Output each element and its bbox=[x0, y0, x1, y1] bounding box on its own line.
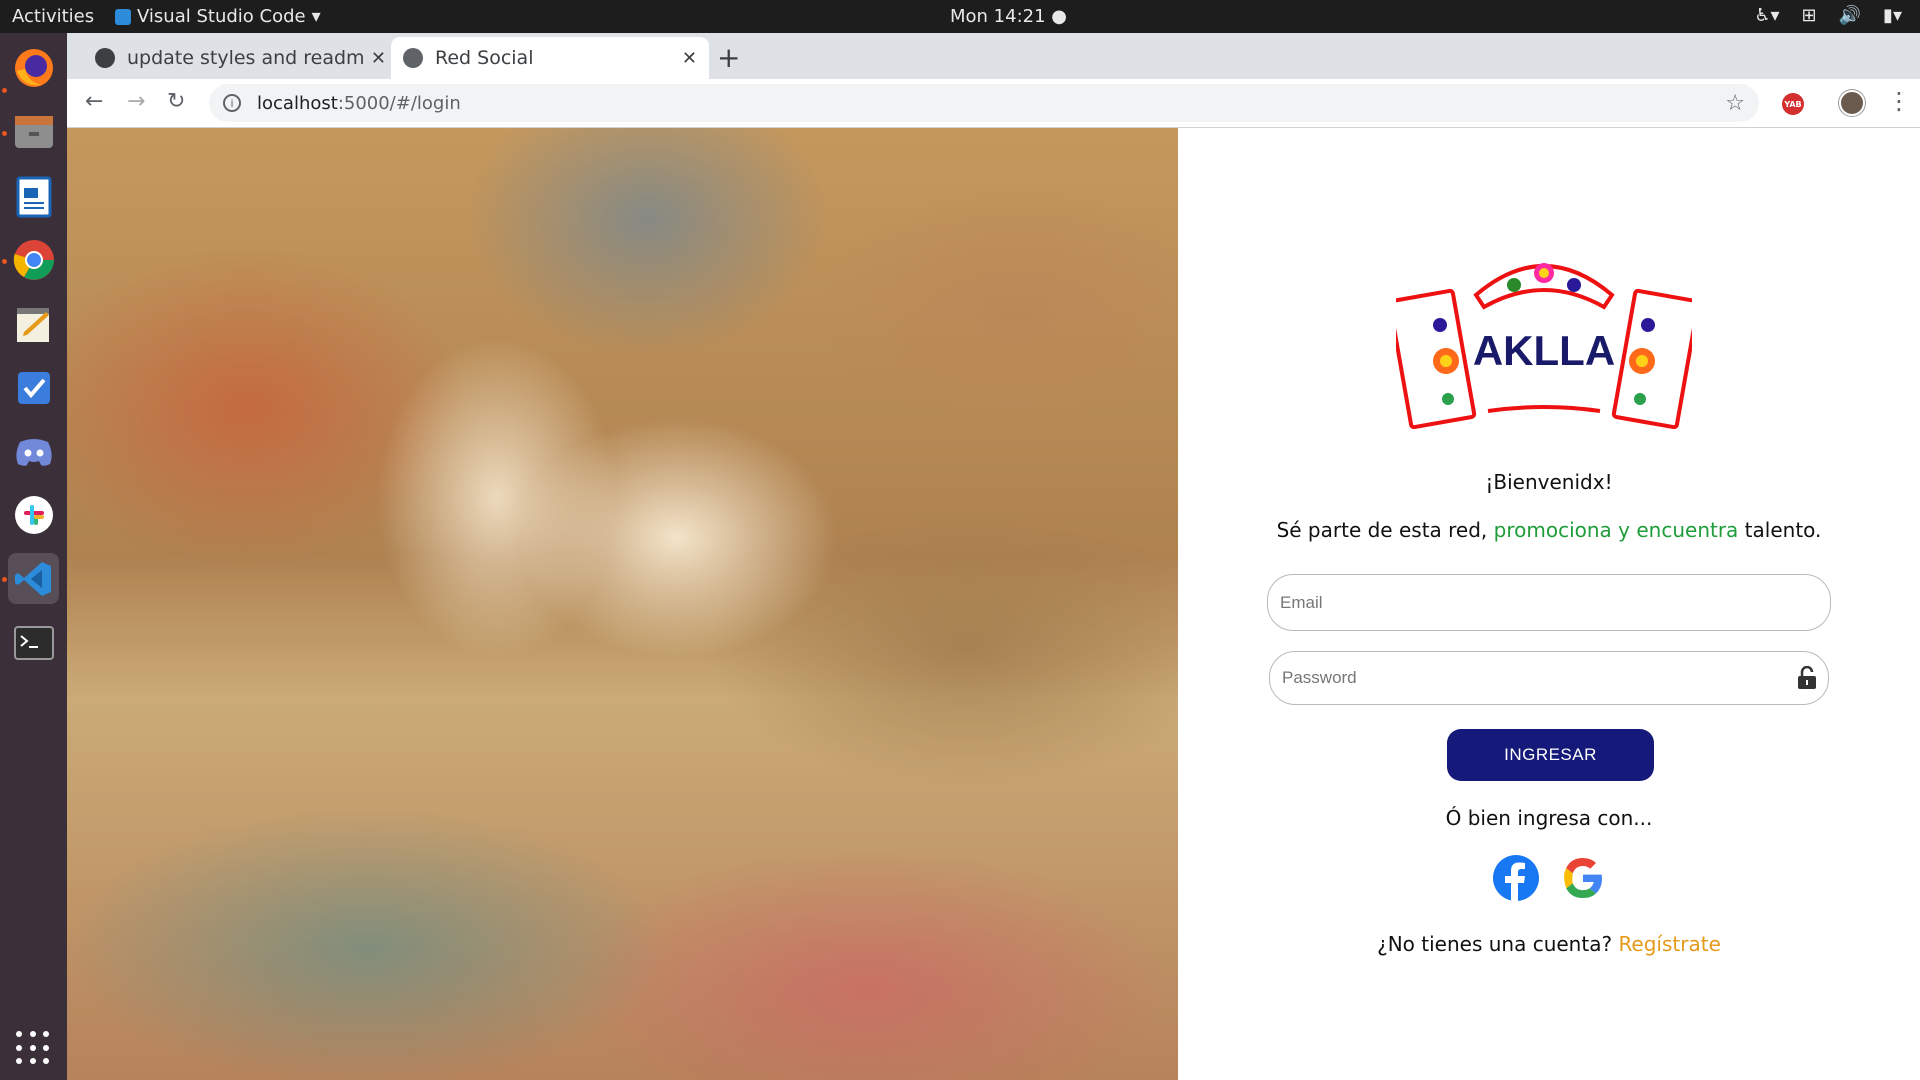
tagline: Sé parte de esta red, promociona y encue… bbox=[1178, 518, 1920, 542]
url-path: :5000/#/login bbox=[337, 92, 461, 114]
running-indicator bbox=[2, 577, 7, 582]
vscode-icon bbox=[115, 8, 131, 25]
tagline-start: Sé parte de esta red, bbox=[1276, 518, 1494, 542]
tagline-end: talento. bbox=[1738, 518, 1822, 542]
kebab-menu-icon[interactable]: ⋮ bbox=[1887, 87, 1911, 115]
accessibility-icon[interactable]: ♿▾ bbox=[1754, 5, 1779, 26]
tab-title: Red Social bbox=[435, 47, 534, 69]
dock bbox=[0, 33, 67, 1080]
chevron-down-icon: ▾ bbox=[311, 6, 321, 27]
browser-toolbar: ← → ↻ i localhost:5000/#/login ☆ YAB ⋮ bbox=[67, 79, 1920, 128]
globe-icon bbox=[403, 48, 423, 68]
email-field-wrapper bbox=[1267, 574, 1831, 631]
signup-prompt-text: ¿No tienes una cuenta? bbox=[1377, 932, 1619, 956]
page-content: AKLLA ¡Bienvenidx! Sé parte de esta red,… bbox=[67, 128, 1920, 1080]
password-field[interactable] bbox=[1282, 668, 1772, 688]
reload-icon[interactable]: ↻ bbox=[167, 89, 185, 114]
info-icon[interactable]: i bbox=[223, 94, 241, 112]
text-editor-icon[interactable] bbox=[8, 298, 59, 349]
slack-icon[interactable] bbox=[8, 489, 59, 540]
network-icon[interactable]: ⊞ bbox=[1802, 5, 1817, 26]
tasks-icon[interactable] bbox=[8, 362, 59, 413]
app-menu[interactable]: Visual Studio Code ▾ bbox=[115, 6, 321, 27]
tab-github[interactable]: update styles and readme ✕ bbox=[83, 37, 398, 79]
clock-text: Mon 14:21 bbox=[950, 6, 1046, 27]
files-icon[interactable] bbox=[8, 106, 59, 157]
login-button[interactable]: INGRESAR bbox=[1447, 729, 1654, 781]
show-applications-button[interactable] bbox=[16, 1031, 50, 1065]
facebook-icon[interactable] bbox=[1493, 855, 1539, 901]
app-menu-label: Visual Studio Code bbox=[137, 6, 306, 27]
address-bar[interactable]: i localhost:5000/#/login ☆ bbox=[209, 84, 1759, 122]
unlock-icon[interactable] bbox=[1796, 666, 1818, 690]
tab-strip: update styles and readme ✕ Red Social ✕ … bbox=[67, 33, 1920, 79]
login-panel: AKLLA ¡Bienvenidx! Sé parte de esta red,… bbox=[1178, 128, 1920, 1080]
close-icon[interactable]: ✕ bbox=[682, 48, 697, 69]
firefox-icon[interactable] bbox=[8, 42, 59, 93]
tagline-highlight: promociona y encuentra bbox=[1493, 518, 1739, 542]
forward-arrow-icon[interactable]: → bbox=[127, 89, 145, 114]
hero-image bbox=[67, 128, 1178, 1080]
signup-link[interactable]: Regístrate bbox=[1618, 932, 1720, 956]
extension-label: YAB bbox=[1784, 99, 1802, 109]
volume-icon[interactable]: 🔊 bbox=[1839, 5, 1861, 26]
signup-prompt: ¿No tienes una cuenta? Regístrate bbox=[1178, 932, 1920, 956]
google-icon[interactable] bbox=[1560, 855, 1606, 901]
running-indicator bbox=[2, 259, 7, 264]
profile-avatar[interactable] bbox=[1839, 90, 1865, 116]
terminal-icon[interactable] bbox=[8, 617, 59, 668]
battery-icon[interactable]: ▮▾ bbox=[1883, 5, 1902, 26]
email-field[interactable] bbox=[1280, 592, 1770, 613]
system-top-bar: Activities Visual Studio Code ▾ Mon 14:2… bbox=[0, 0, 1920, 33]
welcome-heading: ¡Bienvenidx! bbox=[1485, 470, 1613, 494]
chrome-icon[interactable] bbox=[8, 234, 59, 285]
alt-login-text: Ó bien ingresa con... bbox=[1445, 806, 1653, 830]
yab-extension-icon[interactable]: YAB bbox=[1782, 93, 1804, 115]
vscode-icon[interactable] bbox=[8, 553, 59, 604]
discord-icon[interactable] bbox=[8, 426, 59, 477]
running-indicator bbox=[2, 88, 7, 93]
activities-button[interactable]: Activities bbox=[12, 6, 94, 27]
browser-window: update styles and readme ✕ Red Social ✕ … bbox=[67, 33, 1920, 128]
tab-title: update styles and readme bbox=[127, 47, 365, 69]
clock[interactable]: Mon 14:21 ● bbox=[950, 6, 1067, 27]
writer-icon[interactable] bbox=[8, 171, 59, 222]
url-host: localhost bbox=[257, 92, 338, 114]
github-icon bbox=[95, 48, 115, 68]
tab-red-social[interactable]: Red Social ✕ bbox=[391, 37, 709, 79]
back-arrow-icon[interactable]: ← bbox=[85, 89, 103, 114]
bookmark-star-icon[interactable]: ☆ bbox=[1725, 91, 1745, 116]
logo-text: AKLLA bbox=[1473, 327, 1615, 374]
running-indicator bbox=[2, 131, 7, 136]
aklla-logo: AKLLA bbox=[1396, 263, 1692, 430]
password-field-wrapper bbox=[1269, 651, 1829, 705]
new-tab-button[interactable]: + bbox=[717, 41, 740, 74]
close-icon[interactable]: ✕ bbox=[371, 48, 386, 69]
system-tray[interactable]: ♿▾ ⊞ 🔊 ▮▾ bbox=[1754, 5, 1902, 26]
